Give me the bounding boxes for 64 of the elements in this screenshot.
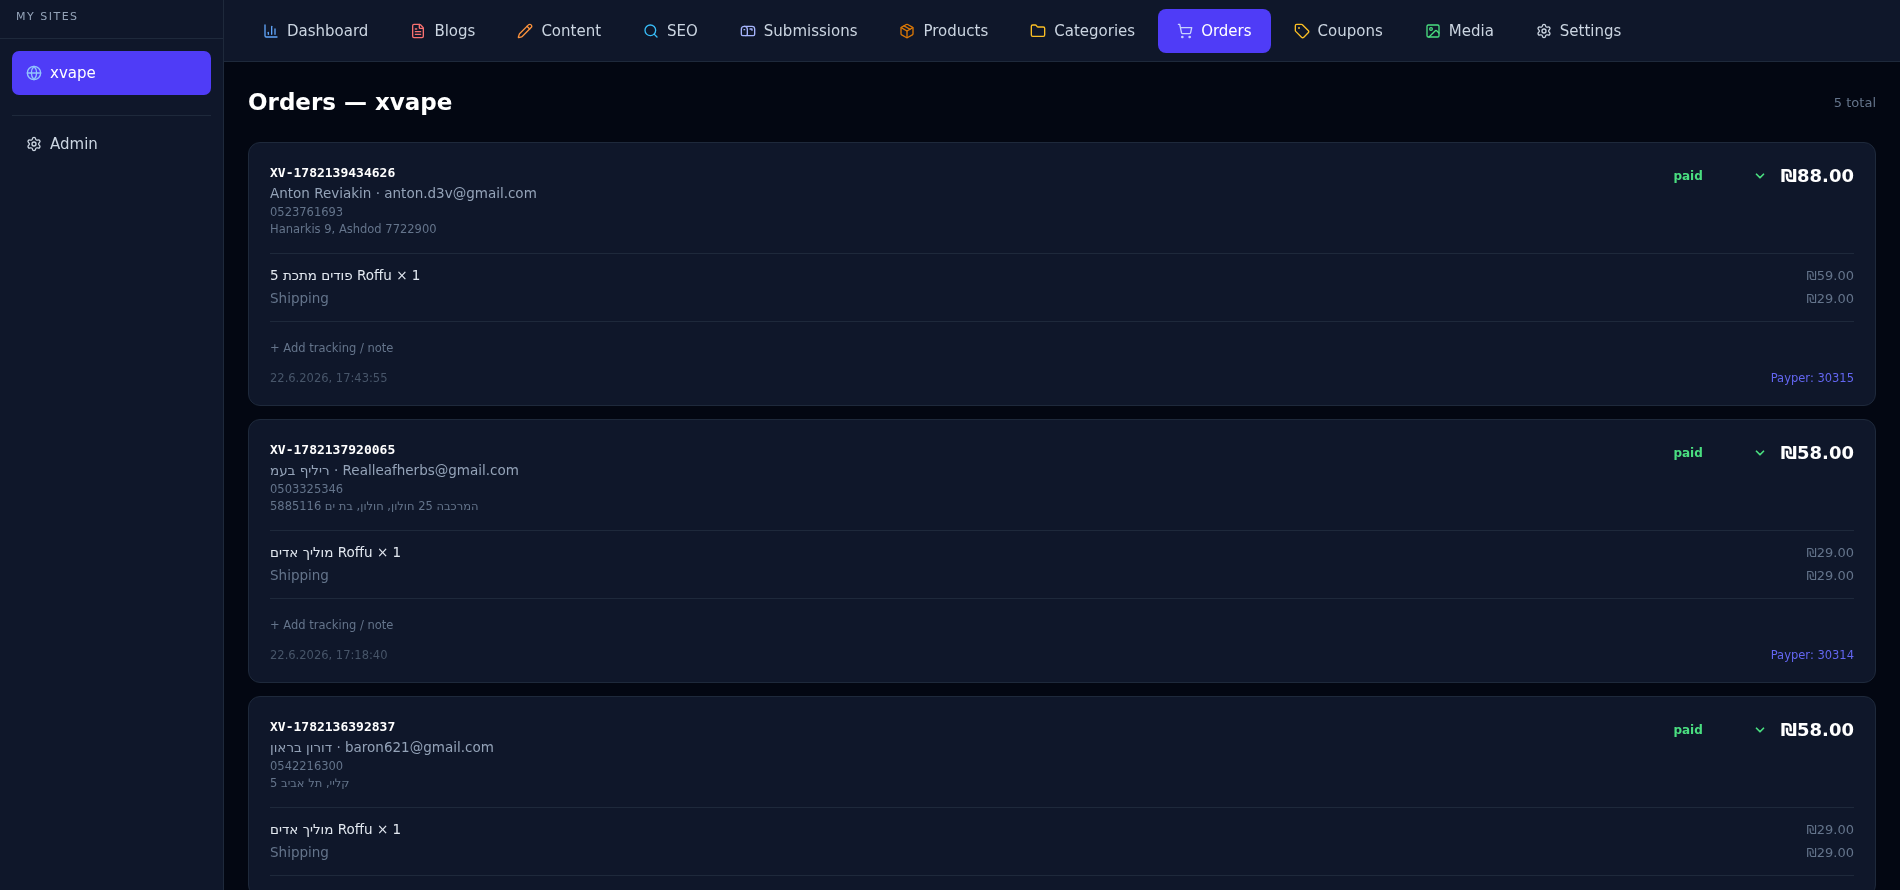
order-id: XV-1782139434626 xyxy=(270,165,397,180)
shipping-label: Shipping xyxy=(270,290,329,306)
line-item: מוליך אדים Roffu × 1 xyxy=(270,544,402,560)
nav-tab[interactable]: Media xyxy=(1405,8,1513,53)
nav-tab[interactable]: Submissions xyxy=(720,8,877,53)
customer-name-email: דורון בראון · baron621@gmail.com xyxy=(270,739,494,755)
nav-tab[interactable]: Orders xyxy=(1158,8,1271,53)
nav-tab[interactable]: Blogs xyxy=(391,8,495,53)
payment-reference: Payper: 30314 xyxy=(1770,648,1854,662)
status-select[interactable]: paid xyxy=(1669,720,1771,739)
admin-link[interactable]: Admin xyxy=(12,124,211,164)
add-tracking-link[interactable]: + Add tracking / note xyxy=(270,341,394,355)
phone-number: 0523761693 xyxy=(270,205,345,219)
line-item: 5 פודים מתכת Roffu × 1 xyxy=(270,267,421,283)
order-id: XV-1782136392837 xyxy=(270,719,397,734)
order-date: 22.6.2026, 17:43:55 xyxy=(270,371,388,385)
phone-number: 0503325346 xyxy=(270,482,345,496)
folder-icon xyxy=(1030,22,1047,39)
pencil-icon xyxy=(517,22,534,39)
line-amount: ₪29.00 xyxy=(1806,821,1854,837)
customer-name-email: Anton Reviakin · anton.d3v@gmail.com xyxy=(270,185,537,201)
line-item: מוליך אדים Roffu × 1 xyxy=(270,821,402,837)
order-id: XV-1782137920065 xyxy=(270,442,397,457)
line-amount: ₪29.00 xyxy=(1806,844,1854,860)
shipping-label: Shipping xyxy=(270,567,329,583)
cart-icon xyxy=(1177,22,1194,39)
status-select[interactable]: paid xyxy=(1669,166,1771,185)
order-count: 5 total xyxy=(1833,94,1876,110)
address: המרכבה 25 חולון, חולון, בת ים 5885116 xyxy=(270,499,480,513)
status-select[interactable]: paid xyxy=(1669,443,1771,462)
globe-icon xyxy=(26,65,42,81)
order-total: ₪88.00 xyxy=(1780,165,1854,186)
site-item[interactable]: xvape xyxy=(12,51,211,95)
chart-icon xyxy=(263,22,279,39)
nav-tab[interactable]: Coupons xyxy=(1274,8,1402,53)
nav-tab[interactable]: Dashboard xyxy=(244,8,388,53)
package-icon xyxy=(899,22,916,39)
line-amount: ₪29.00 xyxy=(1806,567,1854,583)
settings-icon xyxy=(26,136,42,152)
nav-tab[interactable]: Settings xyxy=(1516,8,1641,53)
search-icon xyxy=(643,22,660,39)
nav-tab[interactable]: Content xyxy=(498,8,621,53)
line-amount: ₪29.00 xyxy=(1806,544,1854,560)
order-total: ₪58.00 xyxy=(1780,719,1854,740)
address: Hanarkis 9, Ashdod 7722900 xyxy=(270,222,438,236)
nav-tab[interactable]: Categories xyxy=(1011,8,1155,53)
phone-number: 0542216300 xyxy=(270,759,345,773)
payment-reference: Payper: 30315 xyxy=(1770,371,1854,385)
address: קליי, תל אביב 5 xyxy=(270,776,351,790)
page-title: Orders — xvape xyxy=(248,89,453,115)
image-icon xyxy=(1424,22,1441,39)
add-tracking-link[interactable]: + Add tracking / note xyxy=(270,618,394,632)
line-amount: ₪29.00 xyxy=(1806,290,1854,306)
nav-tab[interactable]: SEO xyxy=(624,8,717,53)
order-total: ₪58.00 xyxy=(1780,442,1854,463)
tag-icon xyxy=(1293,22,1310,39)
line-amount: ₪59.00 xyxy=(1806,267,1854,283)
shipping-label: Shipping xyxy=(270,844,329,860)
settings-icon xyxy=(1535,22,1552,39)
sidebar-heading: MY SITES xyxy=(0,0,223,39)
customer-name-email: ריליף בעמ · Realleafherbs@gmail.com xyxy=(270,462,519,478)
document-icon xyxy=(410,22,427,39)
nav-tab[interactable]: Products xyxy=(880,8,1008,53)
order-date: 22.6.2026, 17:18:40 xyxy=(270,648,388,662)
